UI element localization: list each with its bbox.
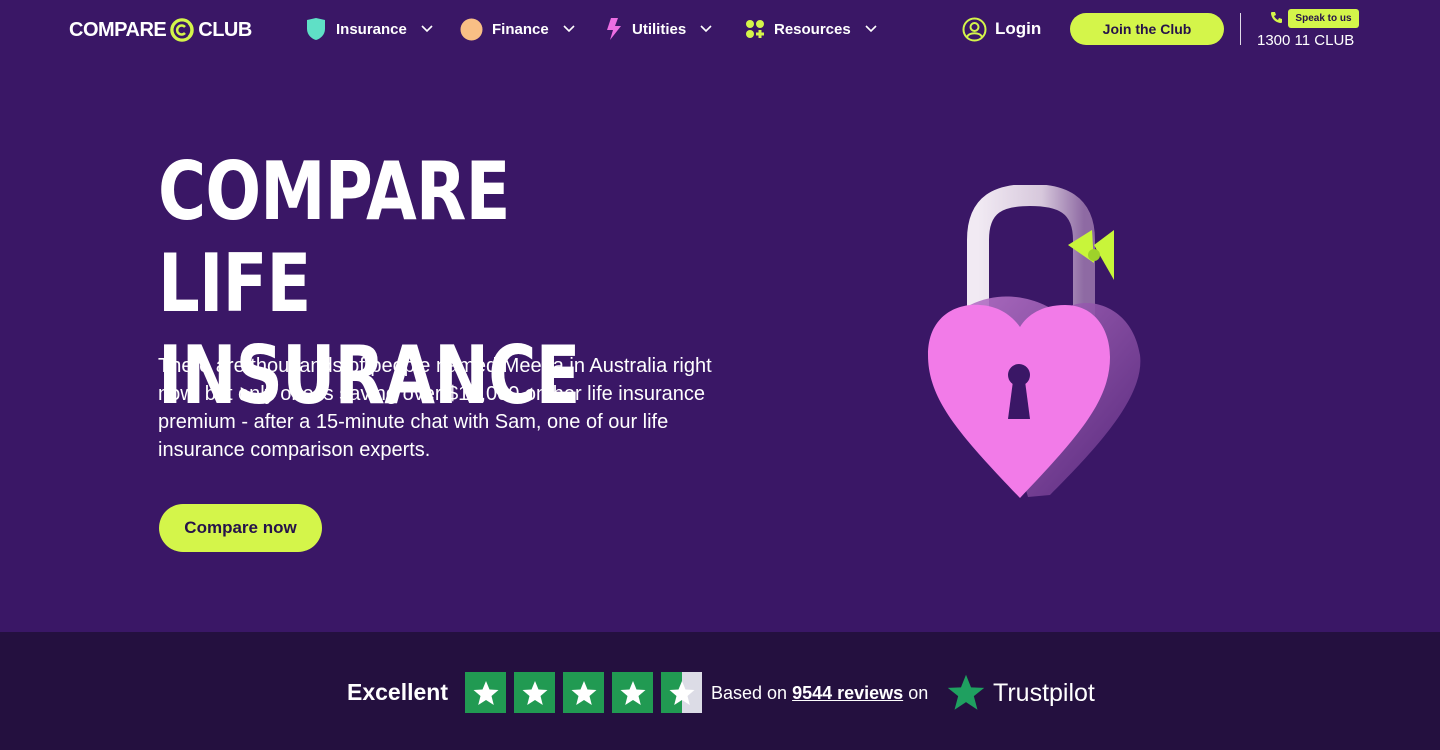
compare-club-logo[interactable]: COMPARE CLUB	[69, 16, 252, 44]
logo-text-compare: COMPARE	[69, 18, 167, 41]
star-icon	[465, 672, 506, 713]
nav-insurance[interactable]: Insurance	[305, 16, 433, 42]
star-icon	[563, 672, 604, 713]
page-title-line-1: COMPARE LIFE	[158, 145, 510, 330]
nav-resources[interactable]: Resources	[745, 16, 877, 42]
hero-description: There are thousands of people named Meen…	[158, 355, 712, 461]
nav-utilities[interactable]: Utilities	[605, 16, 712, 42]
nav-resources-label: Resources	[774, 20, 851, 38]
shield-icon	[307, 18, 325, 40]
top-navigation: COMPARE CLUB Insurance Finance Utilities	[0, 0, 1440, 58]
compare-now-button[interactable]: Compare now	[159, 504, 322, 552]
star-icon	[514, 672, 555, 713]
user-circle-icon	[962, 17, 987, 41]
logo-text-club: CLUB	[198, 18, 252, 41]
trustpilot-star-icon	[947, 674, 985, 710]
star-icon	[612, 672, 653, 713]
nav-finance[interactable]: Finance	[460, 16, 575, 42]
review-suffix: on	[908, 683, 929, 703]
speak-to-us-badge: Speak to us	[1288, 9, 1359, 28]
nav-insurance-label: Insurance	[336, 20, 407, 38]
review-prefix: Based on	[711, 683, 788, 703]
lightning-icon	[607, 18, 621, 40]
trust-rating-word: Excellent	[347, 679, 448, 705]
trustpilot-brand-text: Trustpilot	[993, 678, 1095, 707]
chevron-down-icon	[865, 25, 877, 33]
trustpilot-logo[interactable]: Trustpilot	[945, 672, 1095, 714]
review-summary: Based on 9544 reviews on	[711, 683, 928, 704]
logo-c-mark-icon	[170, 18, 194, 42]
phone-icon	[1271, 12, 1282, 23]
half-star-icon	[661, 672, 702, 713]
heart-padlock-illustration	[928, 185, 1141, 498]
coin-icon	[460, 18, 483, 40]
nav-finance-label: Finance	[492, 20, 549, 38]
grid-icon	[746, 20, 764, 38]
join-the-club-button[interactable]: Join the Club	[1070, 13, 1224, 45]
login-label: Login	[995, 19, 1042, 38]
nav-utilities-label: Utilities	[632, 20, 687, 38]
phone-number-link[interactable]: 1300 11 CLUB	[1257, 32, 1354, 49]
chevron-down-icon	[700, 25, 712, 33]
star-rating	[465, 672, 702, 713]
reviews-count-link[interactable]: 9544 reviews	[792, 683, 903, 703]
login-link[interactable]: Login	[962, 15, 1041, 43]
trustpilot-bar: Excellent Based on 9544 reviews on Trust…	[0, 632, 1440, 750]
chevron-down-icon	[563, 25, 575, 33]
nav-divider	[1240, 13, 1241, 45]
chevron-down-icon	[421, 25, 433, 33]
